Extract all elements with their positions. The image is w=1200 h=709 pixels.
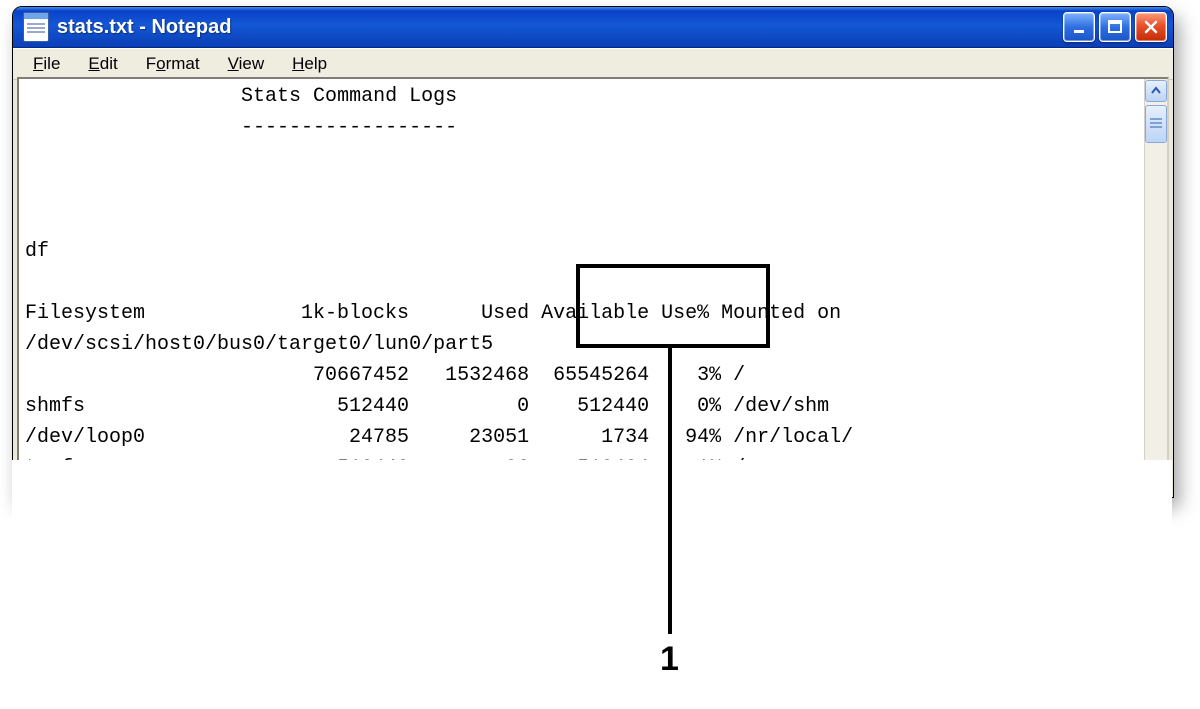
minimize-button[interactable]	[1063, 12, 1095, 42]
df-device-path: /dev/scsi/host0/bus0/target0/lun0/part5	[25, 333, 493, 356]
annotation-label: 1	[660, 640, 679, 679]
client-area: Stats Command Logs ------------------ df…	[17, 77, 1169, 497]
df-row-2: /dev/loop0 24785 23051 1734 94% /nr/loca…	[25, 426, 853, 449]
maximize-button[interactable]	[1099, 12, 1131, 42]
vertical-scrollbar[interactable]	[1144, 79, 1167, 495]
menu-file[interactable]: File	[19, 52, 74, 76]
menu-edit[interactable]: Edit	[74, 52, 131, 76]
minimize-icon	[1071, 19, 1087, 35]
menu-bar: File Edit Format View Help	[13, 48, 1173, 80]
df-row-0: 70667452 1532468 65545264 3% /	[25, 364, 745, 387]
window-title: stats.txt - Notepad	[57, 16, 1063, 39]
underline-indent	[25, 116, 241, 139]
title-bar[interactable]: stats.txt - Notepad	[13, 7, 1173, 48]
df-row-1: shmfs 512440 0 512440 0% /dev/shm	[25, 395, 829, 418]
menu-view[interactable]: View	[214, 52, 279, 76]
notepad-icon	[23, 12, 49, 42]
df-row-3: tmpfs 512440 36 512404 1% /	[25, 457, 745, 480]
close-icon	[1143, 19, 1159, 35]
notepad-window: stats.txt - Notepad File Edit Format Vie…	[12, 6, 1174, 498]
menu-format[interactable]: Format	[132, 52, 214, 76]
menu-help[interactable]: Help	[278, 52, 341, 76]
df-command: df	[25, 240, 49, 263]
scroll-up-button[interactable]	[1145, 80, 1167, 102]
maximize-icon	[1107, 19, 1123, 35]
heading-indent	[25, 85, 241, 108]
window-control-buttons	[1063, 12, 1167, 42]
heading-text: Stats Command Logs	[241, 85, 457, 108]
heading-underline: ------------------	[241, 116, 457, 139]
df-row-4: pfs 512440 0 512440	[25, 488, 649, 495]
chevron-up-icon	[1151, 86, 1161, 96]
scroll-thumb[interactable]	[1145, 105, 1167, 143]
close-button[interactable]	[1135, 12, 1167, 42]
df-header-line: Filesystem 1k-blocks Used Available Use%…	[25, 302, 841, 325]
text-area[interactable]: Stats Command Logs ------------------ df…	[19, 79, 1144, 495]
